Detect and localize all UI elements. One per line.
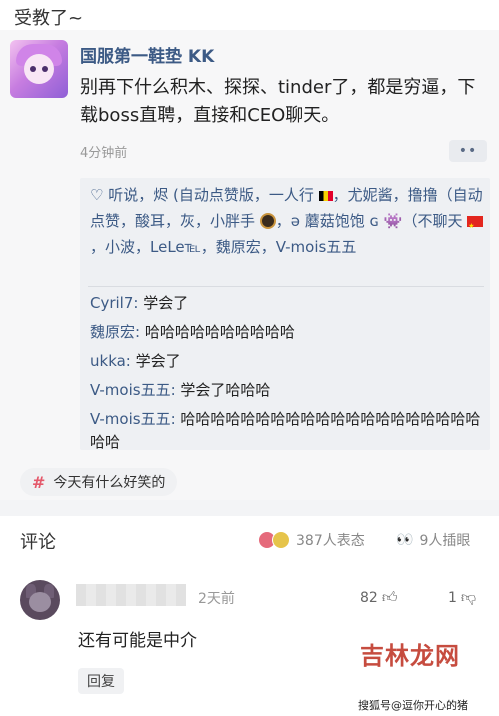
comment-text: 学会了 — [138, 294, 189, 312]
comment-text: 哈哈哈哈哈哈哈哈哈哈 — [140, 323, 295, 341]
comment-author[interactable]: V-mois五五: — [90, 410, 176, 428]
post-card: 国服第一鞋垫 KK 别再下什么积木、探探、tinder了，都是穷逼，下载boss… — [0, 30, 499, 500]
avatar-face — [24, 54, 54, 84]
avatar-face — [29, 592, 51, 612]
likes-text[interactable]: 听说，烬 (自动点赞版，一人行 — [108, 186, 314, 204]
interaction-box: ♡ 听说，烬 (自动点赞版，一人行 ，尤妮酱，撸撸（自动点赞，酸耳，灰，小胖手 … — [80, 178, 490, 451]
reactions-summary[interactable]: 387人表态 — [258, 530, 365, 550]
section-separator — [0, 500, 499, 516]
avatar-eye — [30, 66, 36, 72]
reply-button[interactable]: 回复 — [78, 668, 124, 694]
reply-username-blurred[interactable] — [76, 584, 186, 606]
comment-text: 学会了哈哈哈 — [175, 381, 271, 399]
divider — [88, 286, 484, 287]
likes-list: ♡ 听说，烬 (自动点赞版，一人行 ，尤妮酱，撸撸（自动点赞，酸耳，灰，小胖手 … — [90, 182, 484, 260]
post-body: 别再下什么积木、探探、tinder了，都是穷逼，下载boss直聘，直接和CEO聊… — [80, 77, 476, 126]
belgium-flag-icon — [318, 191, 333, 201]
likes-text[interactable]: （不聊天 — [402, 212, 462, 230]
comment-author[interactable]: V-mois五五: — [90, 381, 176, 399]
reply-dislike-button[interactable]: 1 👎︎ — [448, 588, 476, 607]
post-time: 4分钟前 — [80, 146, 128, 161]
avatar-eye — [42, 66, 48, 72]
gift-reaction-icon — [272, 531, 290, 549]
thumbs-up-icon: 👍︎ — [381, 588, 398, 606]
peek-summary[interactable]: 👀 9人插眼 — [396, 530, 470, 550]
comment-text: 学会了 — [130, 352, 181, 370]
comment-item[interactable]: Cyril7: 学会了 — [90, 292, 484, 315]
reply-avatar[interactable] — [20, 580, 60, 620]
china-flag-icon — [467, 213, 484, 239]
top-caption: 受教了~ — [14, 8, 84, 29]
reaction-count: 387人表态 — [296, 533, 365, 549]
thumbs-down-icon: 👎︎ — [460, 588, 477, 606]
topic-chip[interactable]: # 今天有什么好笑的 — [20, 468, 178, 496]
likes-text[interactable]: ，小波，LeLe℡，魏原宏，V-mois五五 — [90, 238, 356, 256]
comment-author[interactable]: 魏原宏: — [90, 323, 140, 341]
comment-item[interactable]: V-mois五五: 学会了哈哈哈 — [90, 379, 484, 402]
peek-count: 9人插眼 — [419, 533, 471, 549]
comment-author[interactable]: Cyril7: — [90, 294, 138, 312]
reply-like-button[interactable]: 82 👍︎ — [360, 588, 398, 607]
comment-item[interactable]: ukka: 学会了 — [90, 350, 484, 373]
comment-item[interactable]: 魏原宏: 哈哈哈哈哈哈哈哈哈哈 — [90, 321, 484, 344]
heart-icon: ♡ — [90, 186, 109, 204]
likes-text[interactable]: ，ə 蘑菇饱饱 ɢ — [276, 212, 379, 230]
comment-item[interactable]: V-mois五五: 哈哈哈哈哈哈哈哈哈哈哈哈哈哈哈哈哈哈哈哈哈哈 — [90, 408, 484, 454]
more-button[interactable]: •• — [449, 140, 487, 162]
hashtag-icon: # — [32, 472, 46, 492]
comments-title: 评论 — [20, 532, 56, 553]
emoji-face-icon — [259, 213, 276, 229]
topic-label: 今天有什么好笑的 — [53, 475, 166, 491]
eyes-icon: 👀 — [396, 532, 414, 548]
author-name[interactable]: 国服第一鞋垫 KK — [80, 42, 214, 67]
dislike-count: 1 — [448, 589, 457, 606]
reply-time: 2天前 — [198, 591, 235, 607]
reply-text: 还有可能是中介 — [78, 631, 197, 651]
comment-author[interactable]: ukka: — [90, 352, 131, 370]
watermark-logo: 吉林龙网 — [360, 642, 460, 670]
watermark-credit: 搜狐号@逗你开心的猪 — [358, 699, 468, 712]
alien-icon: 👾 — [383, 212, 403, 230]
author-avatar[interactable] — [10, 40, 68, 98]
comments-header: 评论 387人表态 👀 9人插眼 — [0, 516, 499, 564]
comments-list: Cyril7: 学会了 魏原宏: 哈哈哈哈哈哈哈哈哈哈 ukka: 学会了 V-… — [90, 292, 484, 460]
like-count: 82 — [360, 589, 378, 606]
